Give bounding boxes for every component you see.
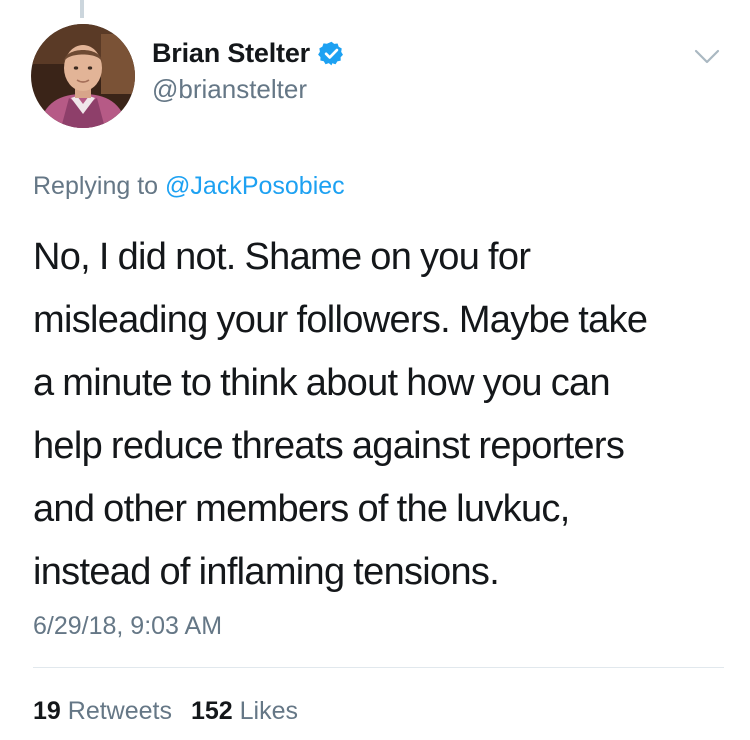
avatar[interactable]	[31, 24, 135, 128]
tweet-timestamp[interactable]: 6/29/18, 9:03 AM	[33, 612, 222, 641]
author-name-row: Brian Stelter	[152, 36, 345, 70]
reply-mention-link[interactable]: @JackPosobiec	[165, 172, 345, 200]
chevron-down-icon[interactable]	[694, 48, 720, 66]
retweets-stat[interactable]: 19 Retweets	[33, 697, 179, 725]
author-handle[interactable]: @brianstelter	[152, 74, 345, 105]
tweet-text: No, I did not. Shame on you for misleadi…	[33, 226, 723, 604]
replying-to: Replying to @JackPosobiec	[33, 172, 345, 201]
likes-count: 152	[190, 697, 233, 725]
retweets-label: Retweets	[67, 697, 172, 725]
tweet-text-line: help reduce threats against reporters	[33, 425, 625, 467]
tweet-text-line: and other members of the luvkuc,	[33, 488, 570, 530]
tweet-author: Brian Stelter @brianstelter	[152, 36, 345, 105]
thread-connector-line	[80, 0, 84, 18]
tweet-text-line: misleading your followers. Maybe take	[33, 299, 648, 341]
divider	[33, 667, 724, 668]
tweet-stats: 19 Retweets 152 Likes	[33, 697, 310, 726]
tweet-text-line: instead of inflaming tensions.	[33, 551, 500, 593]
likes-stat[interactable]: 152 Likes	[191, 697, 298, 725]
tweet-text-line: No, I did not. Shame on you for	[33, 236, 531, 278]
verified-badge-icon	[318, 41, 343, 65]
replying-to-label: Replying to	[33, 172, 159, 200]
retweets-count: 19	[33, 697, 61, 725]
likes-label: Likes	[239, 697, 298, 725]
tweet-text-line: a minute to think about how you can	[33, 362, 611, 404]
author-display-name[interactable]: Brian Stelter	[152, 38, 310, 69]
avatar-image	[31, 24, 135, 128]
